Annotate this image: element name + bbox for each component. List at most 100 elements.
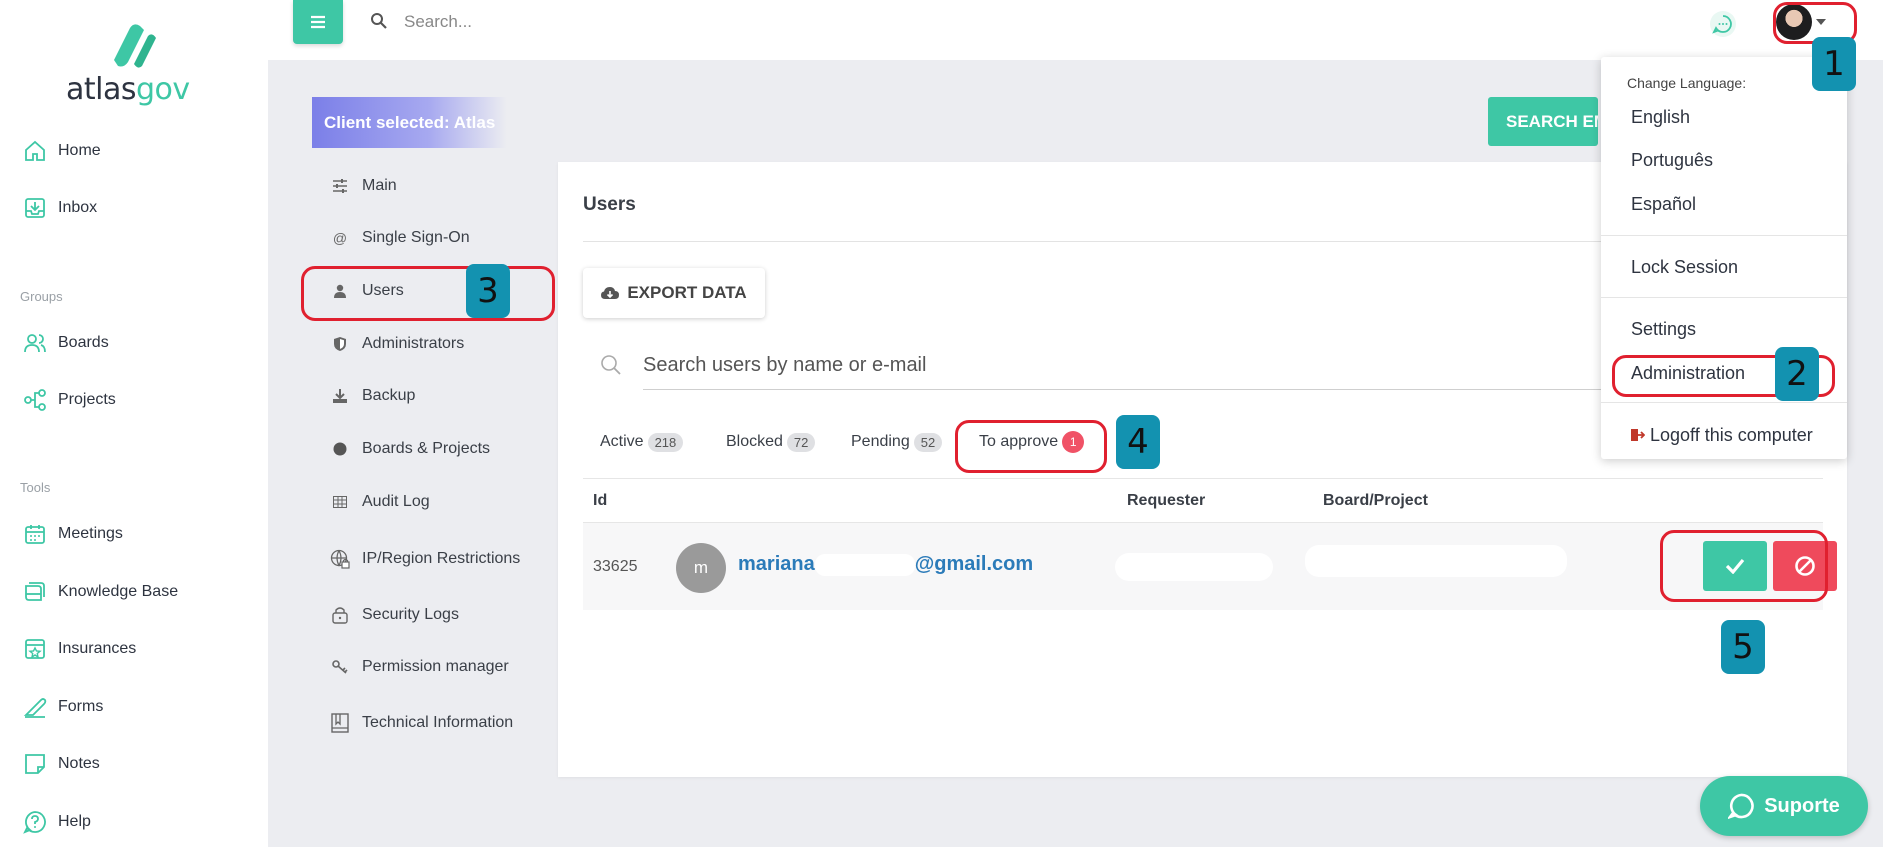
logoff-item[interactable]: Logoff this computer <box>1631 425 1813 446</box>
settings-item[interactable]: Settings <box>1631 319 1696 340</box>
user-icon <box>330 284 350 298</box>
user-search-input[interactable] <box>643 350 1543 380</box>
language-spanish[interactable]: Español <box>1631 194 1696 215</box>
settings-item-backup[interactable]: Backup <box>330 381 415 411</box>
home-icon <box>22 138 48 164</box>
shield-icon <box>330 337 350 351</box>
sliders-icon <box>330 179 350 193</box>
administration-item[interactable]: Administration <box>1631 363 1745 384</box>
key-icon <box>330 660 350 674</box>
sidebar-item-knowledge-base[interactable]: Knowledge Base <box>22 577 178 607</box>
book-icon <box>22 579 48 605</box>
at-icon: @ <box>332 230 348 246</box>
settings-item-permission-manager[interactable]: Permission manager <box>330 652 509 682</box>
logo-text: atlasgov <box>66 72 190 107</box>
logout-icon <box>1631 429 1646 441</box>
sidebar-item-insurances[interactable]: Insurances <box>22 634 136 664</box>
settings-item-audit-log[interactable]: Audit Log <box>330 487 430 517</box>
settings-item-main[interactable]: Main <box>330 171 397 201</box>
language-portuguese[interactable]: Português <box>1631 150 1713 171</box>
sidebar-item-meetings[interactable]: Meetings <box>22 519 123 549</box>
insurance-icon <box>22 636 48 662</box>
settings-item-administrators[interactable]: Administrators <box>330 329 464 359</box>
count-badge: 72 <box>786 432 816 452</box>
global-search-input[interactable] <box>404 10 804 34</box>
sidebar-item-inbox[interactable]: Inbox <box>22 193 97 223</box>
tools-section-label: Tools <box>20 480 51 495</box>
settings-item-boards-projects[interactable]: Boards & Projects <box>330 434 490 464</box>
notes-icon <box>22 751 48 777</box>
hamburger-menu-button[interactable] <box>293 0 343 44</box>
redacted-requester <box>1115 553 1273 581</box>
step-marker-3: 3 <box>466 264 510 318</box>
left-sidebar: atlasgov Home Inbox Groups Boards Projec… <box>0 0 268 847</box>
avatar <box>1776 4 1812 40</box>
step-marker-4: 4 <box>1116 415 1160 469</box>
help-icon <box>22 809 48 835</box>
user-email-link[interactable]: mariana @gmail.com <box>738 553 1033 576</box>
settings-item-ip-region[interactable]: IP/Region Restrictions <box>330 544 520 574</box>
support-chat-button[interactable]: Suporte <box>1700 776 1868 836</box>
projects-icon <box>22 387 48 413</box>
page-title: Users <box>583 194 636 215</box>
user-menu-toggle[interactable] <box>1776 4 1832 40</box>
groups-section-label: Groups <box>20 289 63 304</box>
sidebar-item-help[interactable]: Help <box>22 807 91 837</box>
tab-to-approve[interactable]: To approve 1 <box>979 428 1085 456</box>
table-icon <box>330 496 350 508</box>
tab-active[interactable]: Active 218 <box>600 428 684 456</box>
column-header-board-project: Board/Project <box>1323 492 1428 509</box>
chevron-down-icon <box>1816 19 1826 25</box>
sidebar-item-notes[interactable]: Notes <box>22 749 100 779</box>
count-badge: 218 <box>647 432 684 452</box>
tab-blocked[interactable]: Blocked 72 <box>726 428 816 456</box>
chat-icon[interactable] <box>1708 10 1738 38</box>
export-data-button[interactable]: EXPORT DATA <box>583 268 765 318</box>
search-employee-button[interactable]: SEARCH EM <box>1488 97 1598 146</box>
calendar-icon <box>22 521 48 547</box>
globe-lock-icon <box>330 549 350 569</box>
search-icon <box>601 355 621 375</box>
client-selected-banner: Client selected: Atlas <box>312 97 507 148</box>
redacted-text <box>814 553 915 576</box>
download-icon <box>330 389 350 403</box>
step-marker-2: 2 <box>1775 347 1819 401</box>
tab-pending[interactable]: Pending 52 <box>851 428 943 456</box>
cloud-download-icon <box>601 287 620 299</box>
table-row: 33625 m mariana @gmail.com <box>583 522 1837 610</box>
avatar: m <box>676 543 726 593</box>
approve-button[interactable] <box>1703 541 1767 591</box>
change-language-heading: Change Language: <box>1627 75 1747 91</box>
logo-mark-icon <box>114 24 156 68</box>
count-badge: 52 <box>913 432 943 452</box>
inbox-icon <box>22 195 48 221</box>
chat-bubble-icon <box>1728 793 1754 819</box>
column-header-requester: Requester <box>1127 492 1206 509</box>
divider <box>583 478 1823 479</box>
divider <box>1601 402 1847 403</box>
search-icon <box>371 13 387 29</box>
lock-icon <box>330 606 350 624</box>
settings-item-users[interactable]: Users <box>330 276 404 306</box>
users-icon <box>22 330 48 356</box>
lock-session-item[interactable]: Lock Session <box>1631 257 1738 278</box>
user-id: 33625 <box>593 558 638 575</box>
settings-item-technical-info[interactable]: Technical Information <box>330 708 513 738</box>
step-marker-5: 5 <box>1721 620 1765 674</box>
sidebar-item-home[interactable]: Home <box>22 136 101 166</box>
reject-button[interactable] <box>1773 541 1837 591</box>
sidebar-item-projects[interactable]: Projects <box>22 385 116 415</box>
settings-item-security-logs[interactable]: Security Logs <box>330 600 459 630</box>
settings-item-sso[interactable]: @ Single Sign-On <box>330 223 470 253</box>
column-header-id: Id <box>593 492 608 509</box>
forms-icon <box>22 694 48 720</box>
language-english[interactable]: English <box>1631 107 1690 128</box>
sidebar-item-forms[interactable]: Forms <box>22 692 103 722</box>
check-icon <box>1725 558 1745 574</box>
circle-icon <box>330 442 350 456</box>
redacted-board-project <box>1305 545 1567 577</box>
sidebar-item-boards[interactable]: Boards <box>22 328 109 358</box>
atlasgov-logo[interactable]: atlasgov <box>62 18 222 113</box>
step-marker-1: 1 <box>1812 37 1856 91</box>
top-bar <box>268 0 1883 60</box>
